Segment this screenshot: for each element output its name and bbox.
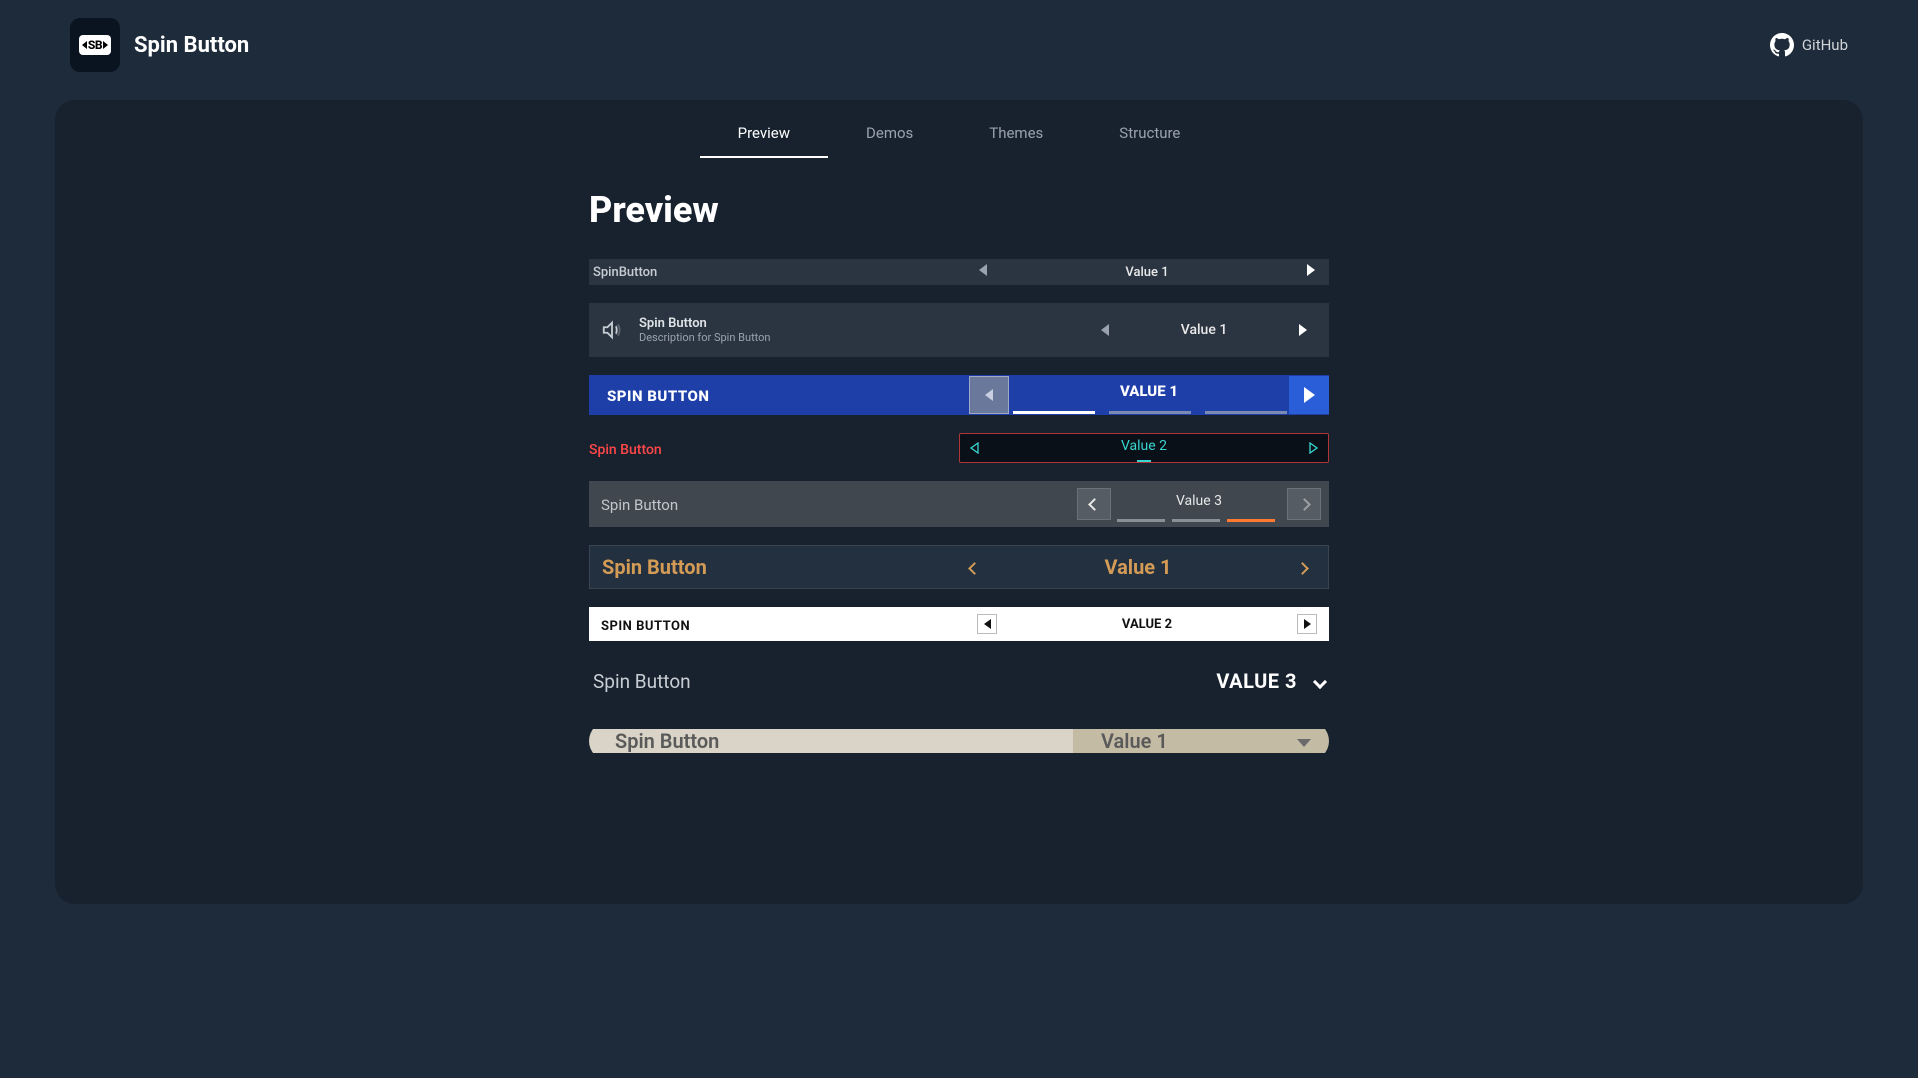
spinbutton-outline-red: Spin Button Value 2 [589, 433, 1329, 463]
tab-themes[interactable]: Themes [951, 110, 1081, 158]
chevron-right-icon [1296, 562, 1309, 575]
spinbutton-value[interactable]: Value 1 [997, 265, 1297, 280]
spinbutton-value-text: Value 1 [1101, 729, 1168, 753]
spinbutton-label: SPIN BUTTON [589, 387, 709, 405]
app-header: SB Spin Button GitHub [0, 0, 1918, 90]
spinbutton-brown: Spin Button Value 1 [589, 545, 1329, 589]
spinbutton-value[interactable]: Value 3 [1117, 486, 1281, 522]
next-button[interactable] [1298, 439, 1328, 458]
chevron-left-icon [984, 619, 991, 629]
segment-indicator [1117, 519, 1165, 522]
chevron-left-icon [1088, 498, 1101, 511]
logo-text: SB [88, 38, 102, 52]
chevron-left-icon [968, 562, 981, 575]
chevron-down-icon [1313, 674, 1327, 688]
chevron-left-icon [979, 264, 987, 276]
chevron-right-icon [1304, 619, 1311, 629]
segment-indicator [1227, 519, 1275, 522]
page-title: Preview [589, 189, 1329, 231]
expand-button[interactable] [1315, 672, 1325, 691]
prev-button[interactable] [977, 614, 997, 634]
spinbutton-label: Spin Button [593, 670, 691, 693]
brand: SB Spin Button [70, 18, 249, 72]
github-link[interactable]: GitHub [1770, 33, 1848, 57]
chevron-right-icon [1299, 324, 1307, 336]
chevron-left-icon [985, 389, 993, 401]
spinbutton-label: Spin Button [601, 496, 678, 514]
next-button[interactable] [1297, 264, 1325, 280]
spinbutton-value[interactable]: VALUE 3 [1216, 669, 1297, 693]
prev-button[interactable] [969, 264, 997, 280]
prev-button[interactable] [1091, 321, 1119, 340]
logo-left-icon [82, 41, 87, 49]
spinbutton-value[interactable]: Value 1 [1073, 729, 1329, 753]
segment-indicator [1109, 411, 1191, 414]
github-icon [1770, 33, 1794, 57]
tab-demos[interactable]: Demos [828, 110, 951, 158]
segment-indicator [1205, 411, 1287, 414]
spinbutton-value[interactable]: Value 2 [990, 434, 1298, 462]
app-logo: SB [70, 18, 120, 72]
logo-right-icon [103, 41, 108, 49]
spinbutton-minimal: Spin Button VALUE 3 [589, 659, 1329, 703]
spinbutton-value-text: Value 3 [1176, 493, 1222, 509]
chevron-right-icon [1298, 498, 1311, 511]
prev-button[interactable] [969, 376, 1009, 414]
chevron-left-icon [1101, 324, 1109, 336]
tab-preview[interactable]: Preview [700, 110, 828, 158]
spinbutton-label: Spin Button [602, 555, 707, 579]
dropdown-icon [1297, 732, 1311, 751]
speaker-icon [601, 319, 623, 341]
spinbutton-value-text: VALUE 1 [1120, 382, 1178, 400]
content: Preview SpinButton Value 1 Spin Button D… [589, 189, 1329, 761]
tab-structure[interactable]: Structure [1081, 110, 1218, 158]
chevron-right-icon [1307, 439, 1319, 451]
app-title: Spin Button [134, 33, 249, 58]
spinbutton-value[interactable]: VALUE 2 [997, 617, 1297, 632]
github-label: GitHub [1802, 36, 1848, 54]
chevron-right-icon [1304, 387, 1315, 403]
spinbutton-label: Spin Button [639, 316, 771, 331]
next-button[interactable] [1297, 614, 1317, 634]
spinbutton-white: SPIN BUTTON VALUE 2 [589, 607, 1329, 641]
spinbutton-description: Description for Spin Button [639, 331, 771, 344]
prev-button[interactable] [960, 558, 988, 577]
spinbutton-label: SpinButton [593, 265, 657, 280]
next-button[interactable] [1289, 376, 1329, 414]
chevron-left-icon [969, 439, 981, 451]
prev-button[interactable] [1077, 488, 1111, 520]
segment-indicator [1172, 519, 1220, 522]
spinbutton-bold-blue: SPIN BUTTON VALUE 1 [589, 375, 1329, 415]
next-button[interactable] [1287, 488, 1321, 520]
spinbutton-value[interactable]: Value 1 [988, 555, 1288, 579]
spinbutton-gray-segmented: Spin Button Value 3 [589, 481, 1329, 527]
next-button[interactable] [1288, 558, 1316, 577]
tab-bar: Preview Demos Themes Structure [55, 110, 1863, 159]
prev-button[interactable] [960, 439, 990, 458]
spinbutton-label: SPIN BUTTON [601, 619, 690, 634]
spinbutton-pill: Spin Button Value 1 [589, 721, 1329, 761]
spinbutton-label: Spin Button [589, 442, 662, 458]
spinbutton-basic: SpinButton Value 1 [589, 259, 1329, 285]
spinbutton-with-icon: Spin Button Description for Spin Button … [589, 303, 1329, 357]
underline-indicator [1137, 460, 1151, 462]
spinbutton-value[interactable]: Value 1 [1119, 322, 1289, 338]
spinbutton-value-text: Value 2 [1121, 438, 1167, 454]
chevron-right-icon [1307, 264, 1315, 276]
main-panel: Preview Demos Themes Structure Preview S… [55, 100, 1863, 904]
next-button[interactable] [1289, 321, 1317, 340]
spinbutton-value[interactable]: VALUE 1 [1009, 376, 1289, 414]
segment-indicator [1013, 411, 1095, 414]
spinbutton-label: Spin Button [615, 729, 719, 753]
